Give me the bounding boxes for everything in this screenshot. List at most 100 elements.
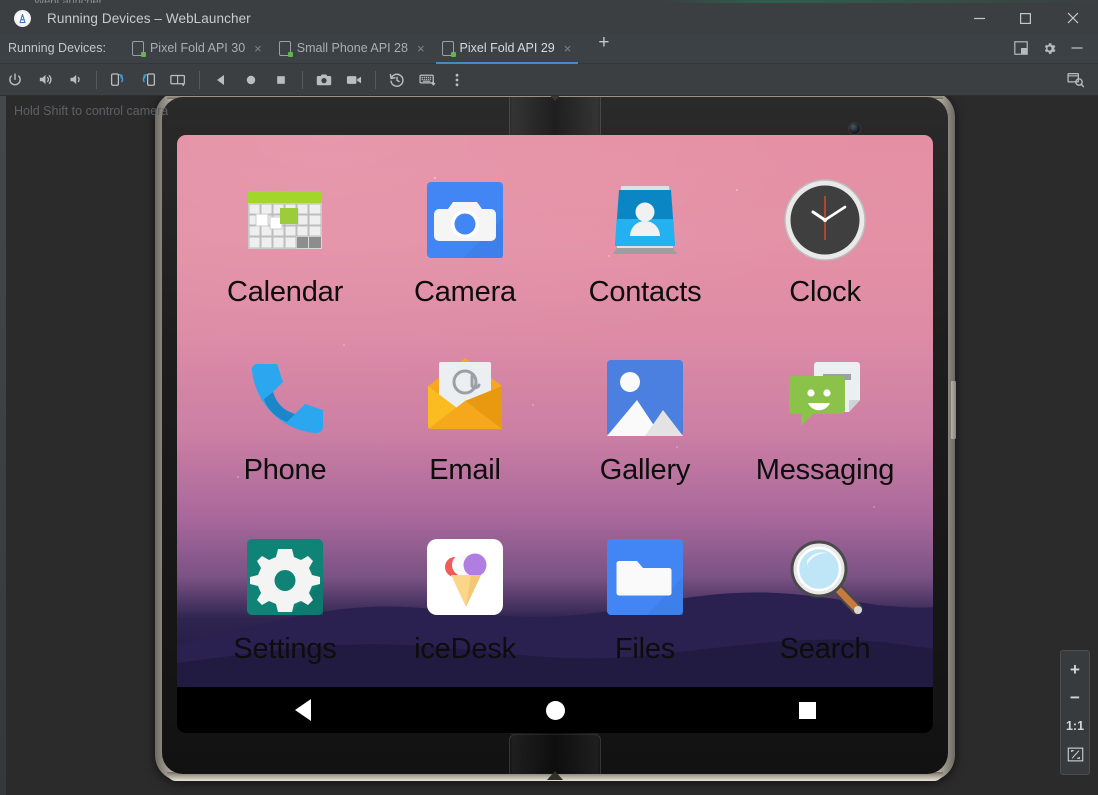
back-button[interactable] xyxy=(206,65,236,95)
device-hinge-notch-bottom xyxy=(509,734,601,774)
nav-recents-button[interactable] xyxy=(681,701,933,719)
device-icon xyxy=(131,40,146,57)
toolbar-separator xyxy=(375,70,376,89)
settings-icon xyxy=(239,531,331,623)
volume-down-button[interactable] xyxy=(60,65,90,95)
gallery-icon xyxy=(599,352,691,444)
emulator-toolbar xyxy=(0,64,1098,96)
toolwindow-actions xyxy=(1008,35,1098,61)
app-email[interactable]: Email xyxy=(375,352,555,485)
files-icon xyxy=(599,531,691,623)
app-search[interactable]: Search xyxy=(735,531,915,664)
app-clock[interactable]: Clock xyxy=(735,174,915,307)
front-camera-icon xyxy=(849,123,860,134)
tab-close-icon[interactable]: × xyxy=(564,41,572,56)
screenshot-button[interactable] xyxy=(309,65,339,95)
emulator-canvas[interactable]: Hold Shift to control camera Calendar Ca… xyxy=(0,96,1098,795)
app-label: Messaging xyxy=(755,454,895,487)
app-label: Phone xyxy=(243,454,327,487)
android-navigation-bar xyxy=(177,687,933,733)
window-controls xyxy=(956,3,1098,33)
device-hinge-notch-top xyxy=(509,97,601,139)
app-label: Camera xyxy=(414,275,516,308)
icedesk-icon xyxy=(419,531,511,623)
running-devices-header: Running Devices: Pixel Fold API 30 × Sma… xyxy=(0,33,1098,64)
app-label: Gallery xyxy=(599,454,691,487)
device-tabs: Pixel Fold API 30 × Small Phone API 28 ×… xyxy=(124,33,617,64)
tab-pixel-fold-api-30[interactable]: Pixel Fold API 30 × xyxy=(124,33,271,64)
foldable-device[interactable]: Calendar Camera Contacts Clock Phone Ema… xyxy=(155,96,956,781)
app-calendar[interactable]: Calendar xyxy=(195,174,375,307)
app-contacts[interactable]: Contacts xyxy=(555,174,735,307)
clock-icon xyxy=(779,174,871,266)
app-label: Search xyxy=(779,633,871,666)
toolbar-right-actions xyxy=(1060,65,1098,95)
add-device-tab-button[interactable]: + xyxy=(590,33,617,64)
tab-close-icon[interactable]: × xyxy=(254,41,262,56)
hide-toolwindow-icon[interactable] xyxy=(1064,35,1090,61)
camera-control-hint: Hold Shift to control camera xyxy=(14,104,169,118)
more-actions-button[interactable] xyxy=(442,65,472,95)
fit-to-screen-button[interactable] xyxy=(1061,740,1089,768)
app-label: Files xyxy=(614,633,676,666)
window-title: Running Devices – WebLauncher xyxy=(47,10,251,26)
device-icon xyxy=(441,40,456,57)
tab-pixel-fold-api-29[interactable]: Pixel Fold API 29 × xyxy=(434,33,581,64)
app-messaging[interactable]: Messaging xyxy=(735,352,915,485)
zoom-out-button[interactable]: − xyxy=(1061,684,1089,712)
app-phone[interactable]: Phone xyxy=(195,352,375,485)
app-settings[interactable]: Settings xyxy=(195,531,375,664)
fold-button[interactable] xyxy=(163,65,193,95)
volume-up-button[interactable] xyxy=(30,65,60,95)
calendar-icon xyxy=(239,174,331,266)
running-devices-label: Running Devices: xyxy=(8,41,106,55)
tab-label: Small Phone API 28 xyxy=(296,41,408,55)
android-studio-icon xyxy=(14,9,31,27)
app-icedesk[interactable]: iceDesk xyxy=(375,531,555,664)
toolbar-separator xyxy=(96,70,97,89)
device-power-side-button[interactable] xyxy=(951,381,956,439)
actual-size-button[interactable]: 1:1 xyxy=(1061,712,1089,740)
app-grid: Calendar Camera Contacts Clock Phone Ema… xyxy=(177,145,933,687)
split-window-icon[interactable] xyxy=(1008,35,1034,61)
tab-label: Pixel Fold API 29 xyxy=(459,41,555,55)
device-manager-icon[interactable] xyxy=(1060,65,1090,95)
tab-small-phone-api-28[interactable]: Small Phone API 28 × xyxy=(271,33,434,64)
app-label: Email xyxy=(429,454,501,487)
app-gallery[interactable]: Gallery xyxy=(555,352,735,485)
power-button[interactable] xyxy=(0,65,30,95)
maximize-button[interactable] xyxy=(1002,3,1048,33)
nav-home-button[interactable] xyxy=(429,700,681,720)
rotate-left-button[interactable] xyxy=(103,65,133,95)
app-label: Contacts xyxy=(588,275,702,308)
device-icon xyxy=(278,40,293,57)
device-screen[interactable]: Calendar Camera Contacts Clock Phone Ema… xyxy=(177,135,933,733)
app-label: Calendar xyxy=(226,275,344,308)
home-button[interactable] xyxy=(236,65,266,95)
close-button[interactable] xyxy=(1048,3,1098,33)
snapshots-button[interactable] xyxy=(382,65,412,95)
phone-icon xyxy=(239,352,331,444)
toolbar-separator xyxy=(199,70,200,89)
minimize-button[interactable] xyxy=(956,3,1002,33)
nav-back-button[interactable] xyxy=(177,699,429,721)
search-icon xyxy=(779,531,871,623)
rotate-right-button[interactable] xyxy=(133,65,163,95)
window-titlebar: Running Devices – WebLauncher xyxy=(0,3,1098,33)
device-hinge-mark-top xyxy=(547,96,563,101)
tab-close-icon[interactable]: × xyxy=(417,41,425,56)
app-label: Clock xyxy=(789,275,861,308)
zoom-controls: + − 1:1 xyxy=(1060,650,1090,775)
email-icon xyxy=(419,352,511,444)
canvas-left-strip xyxy=(0,96,6,795)
settings-gear-icon[interactable] xyxy=(1036,35,1062,61)
overview-button[interactable] xyxy=(266,65,296,95)
device-hinge-mark-bottom xyxy=(547,771,563,780)
zoom-in-button[interactable]: + xyxy=(1061,656,1089,684)
app-label: iceDesk xyxy=(414,633,516,666)
app-camera[interactable]: Camera xyxy=(375,174,555,307)
app-files[interactable]: Files xyxy=(555,531,735,664)
hardware-input-button[interactable] xyxy=(412,65,442,95)
camera-icon xyxy=(419,174,511,266)
screen-record-button[interactable] xyxy=(339,65,369,95)
